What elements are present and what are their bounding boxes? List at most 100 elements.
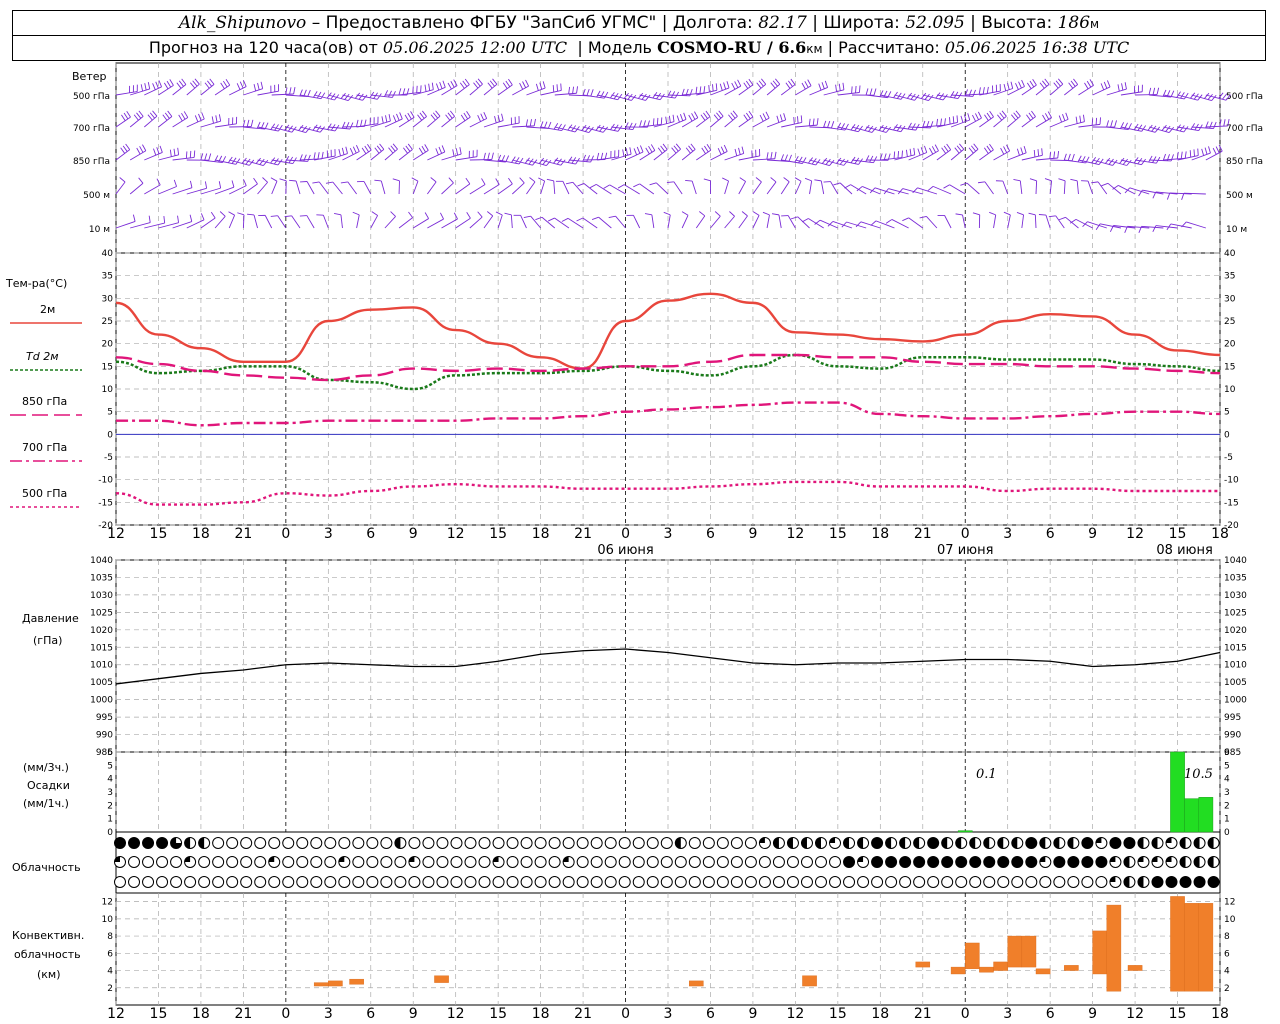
wind-barb-flag	[1148, 155, 1153, 163]
wind-barb-flag	[278, 124, 283, 132]
cloud-symbol	[1151, 876, 1164, 888]
wind-barb-flag	[139, 146, 144, 153]
wind-barb-flag	[804, 81, 809, 88]
wind-barb-flag	[741, 211, 748, 217]
wind-level-right: 850 гПа	[1226, 157, 1263, 167]
wind-barb-flag	[622, 149, 625, 157]
wind-barb-flag	[148, 215, 151, 223]
cloud-half	[801, 837, 807, 849]
wind-barb-flag	[477, 115, 481, 122]
wind-barb-flag	[1117, 84, 1120, 92]
wind-barb-flag	[758, 80, 764, 87]
wind-barb-flag	[419, 112, 425, 119]
wind-level-left: 10 м	[89, 225, 110, 235]
cloud-half	[198, 837, 205, 849]
wind-barb-flag	[147, 82, 151, 90]
wind-barb	[469, 159, 492, 161]
cloud-symbol	[843, 876, 856, 888]
wind-barb-flag	[173, 179, 177, 187]
wind-barb-flag	[421, 145, 426, 153]
wind-barb-flag	[755, 177, 762, 183]
wind-barb-flag	[771, 213, 780, 216]
wind-barb-flag	[475, 80, 481, 87]
wind-barb-flag	[1016, 212, 1024, 216]
cloud-symbol	[941, 856, 954, 868]
wind-barb	[398, 117, 415, 128]
wind-barb-flag	[480, 113, 485, 121]
wind-barb-flag	[190, 82, 196, 89]
wind-barb-flag	[138, 177, 144, 184]
y-tick-right: -15	[1224, 498, 1239, 508]
wind-barb-flag	[1003, 211, 1011, 216]
wind-barb-flag	[1042, 114, 1047, 122]
wind-barb-flag	[163, 82, 169, 90]
wind-barb-flag	[1020, 147, 1024, 155]
wind-barb	[830, 181, 839, 195]
wind-barb	[1177, 155, 1199, 161]
wind-barb-flag	[338, 148, 341, 156]
cloud-symbol	[1123, 837, 1136, 849]
cloud-symbol	[632, 837, 645, 849]
y-tick-right: 1	[1224, 815, 1230, 825]
wind-barb	[1034, 214, 1037, 229]
wind-barb-flag	[125, 143, 131, 150]
wind-barb-flag	[162, 114, 168, 121]
y-tick-right: 20	[1224, 340, 1236, 350]
wind-barb-flag	[1152, 191, 1157, 199]
wind-barb-flag	[977, 181, 986, 184]
wind-barb-flag	[1181, 193, 1185, 200]
cloud-symbol	[702, 837, 715, 849]
wind-barb-flag	[897, 150, 900, 159]
wind-barb-flag	[361, 147, 367, 154]
wind-barb-flag	[844, 184, 851, 189]
cloud-symbol	[716, 876, 729, 888]
x-hour-label: 21	[914, 526, 932, 542]
cloud-symbol	[128, 876, 141, 888]
conv-bar	[1092, 930, 1107, 975]
wind-barb-flag	[193, 150, 196, 158]
wind-barb-flag	[726, 81, 730, 89]
wind-barb-flag	[1152, 156, 1157, 163]
x-hour-label: 9	[748, 1006, 757, 1022]
wind-barb-flag	[1100, 83, 1105, 91]
wind-barb-flag	[831, 121, 835, 128]
wind-barb-flag	[603, 184, 610, 189]
wind-barb	[1107, 182, 1122, 195]
wind-barb-flag	[941, 147, 947, 154]
y-tick-right: 1005	[1224, 678, 1247, 688]
wind-barb-flag	[1101, 182, 1109, 187]
wind-barb	[412, 150, 429, 161]
x-hour-label: 3	[324, 1006, 333, 1022]
wind-barb-flag	[355, 144, 360, 152]
wind-barb-flag	[1166, 192, 1171, 200]
wind-barb-flag	[431, 82, 434, 90]
legend-label: 850 гПа	[22, 395, 67, 408]
conv-bar	[1106, 904, 1122, 992]
wind-barb-flag	[756, 82, 762, 89]
cloud-symbol	[730, 856, 743, 868]
cloud-symbol	[450, 837, 463, 849]
wind-barb-flag	[439, 82, 443, 89]
y-tick-left: 1015	[90, 643, 113, 653]
wind-barb-flag	[481, 178, 486, 185]
wind-barb-flag	[596, 90, 601, 98]
wind-barb	[200, 120, 221, 128]
cloud-symbol	[1207, 876, 1220, 888]
wind-barb-flag	[723, 144, 728, 152]
cloud-symbol	[815, 856, 827, 868]
wind-barb	[609, 184, 626, 195]
wind-barb	[752, 215, 760, 229]
wind-barb-flag	[662, 143, 668, 150]
x-hour-label: 0	[281, 526, 290, 542]
wind-barb-flag	[838, 83, 841, 91]
wind-barb-flag	[138, 110, 144, 117]
cloud-symbol	[380, 837, 393, 849]
wind-barb	[673, 181, 683, 195]
wind-barb	[738, 181, 747, 195]
wind-barb-flag	[1023, 146, 1027, 153]
wind-barb-flag	[529, 177, 536, 183]
y-tick-right: 1035	[1224, 573, 1247, 583]
wind-barb	[243, 88, 263, 96]
wind-barb	[778, 214, 782, 229]
cloud-symbol	[464, 837, 477, 849]
